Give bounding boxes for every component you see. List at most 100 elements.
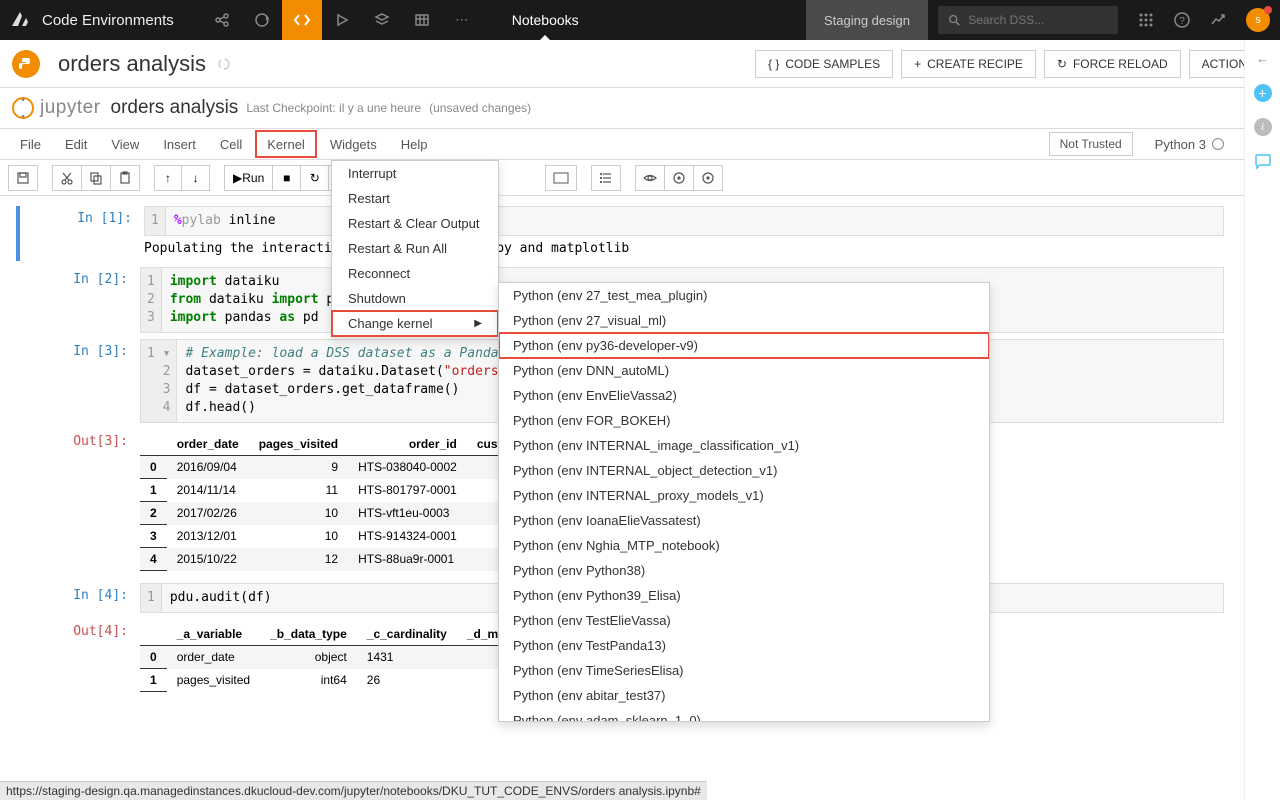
keyboard-button[interactable] (545, 165, 577, 191)
menu-insert[interactable]: Insert (151, 129, 208, 159)
kernel-option[interactable]: Python (env INTERNAL_image_classificatio… (499, 433, 989, 458)
output-table: order_datepages_visitedorder_idcustomer_… (140, 433, 558, 571)
code-input[interactable]: 1 %pylab inline (144, 206, 1224, 236)
code-icon[interactable] (282, 0, 322, 40)
checkpoint-text: Last Checkpoint: il y a une heure (246, 101, 421, 115)
kernel-indicator: Python 3 (1143, 129, 1236, 159)
kernel-shutdown[interactable]: Shutdown (332, 286, 498, 311)
python-circle-icon (12, 50, 40, 78)
kernel-option[interactable]: Python (env adam_sklearn_1_0) (499, 708, 989, 722)
menu-widgets[interactable]: Widgets (318, 129, 389, 159)
prompt-out: Out[3]: (60, 429, 140, 571)
kernel-option[interactable]: Python (env EnvElieVassa2) (499, 383, 989, 408)
force-reload-button[interactable]: ↻FORCE RELOAD (1044, 50, 1181, 78)
grid-icon[interactable] (402, 0, 442, 40)
kernel-change[interactable]: Change kernel ▶ (331, 310, 499, 337)
jupyter-header: jupyter orders analysis Last Checkpoint:… (0, 88, 1244, 128)
apps-icon[interactable] (1128, 0, 1164, 40)
more-icon[interactable]: ⋯ (442, 0, 482, 40)
code-samples-button[interactable]: { }CODE SAMPLES (755, 50, 893, 78)
output-table: _a_variable_b_data_type_c_cardinality_d_… (140, 623, 543, 692)
notebook-area: jupyter orders analysis Last Checkpoint:… (0, 88, 1280, 800)
play-icon[interactable] (322, 0, 362, 40)
kernel-option[interactable]: Python (env INTERNAL_proxy_models_v1) (499, 483, 989, 508)
kernel-restart-run[interactable]: Restart & Run All (332, 236, 498, 261)
top-header: Code Environments ⋯ Notebooks Staging de… (0, 0, 1280, 40)
prompt-in: In [1]: (64, 206, 144, 261)
stop-button[interactable]: ■ (273, 165, 301, 191)
cut-button[interactable] (52, 165, 82, 191)
trend-icon[interactable] (1200, 0, 1236, 40)
menu-edit[interactable]: Edit (53, 129, 99, 159)
spinner-icon (216, 56, 232, 72)
kernel-restart[interactable]: Restart (332, 186, 498, 211)
prompt-in: In [3]: (60, 339, 140, 423)
header-title: Code Environments (42, 12, 174, 29)
save-button[interactable] (8, 165, 38, 191)
kernel-option[interactable]: Python (env abitar_test37) (499, 683, 989, 708)
kernel-option[interactable]: Python (env Python38) (499, 558, 989, 583)
right-rail: ← + i (1244, 40, 1280, 800)
info-icon[interactable]: i (1254, 118, 1272, 136)
cell-1[interactable]: In [1]: 1 %pylab inline Populating the i… (16, 206, 1224, 261)
plus-icon[interactable]: + (1254, 84, 1272, 102)
kernel-reconnect[interactable]: Reconnect (332, 261, 498, 286)
cycle-icon[interactable] (242, 0, 282, 40)
dataset2-button[interactable] (694, 165, 723, 191)
stack-icon[interactable] (362, 0, 402, 40)
submenu-arrow-icon: ▶ (474, 318, 482, 329)
menu-cell[interactable]: Cell (208, 129, 254, 159)
kernel-option[interactable]: Python (env 27_visual_ml) (499, 308, 989, 333)
kernel-option[interactable]: Python (env IoanaElieVassatest) (499, 508, 989, 533)
search-box[interactable] (938, 6, 1118, 34)
prompt-in: In [4]: (60, 583, 140, 613)
search-input[interactable] (968, 13, 1108, 27)
move-down-button[interactable]: ↓ (182, 165, 210, 191)
notebook-title[interactable]: orders analysis (111, 97, 239, 119)
not-trusted-badge[interactable]: Not Trusted (1049, 132, 1133, 156)
kernel-option[interactable]: Python (env TestElieVassa) (499, 608, 989, 633)
create-recipe-button[interactable]: +CREATE RECIPE (901, 50, 1036, 78)
header-center: Notebooks (512, 12, 579, 28)
dataset-button[interactable] (665, 165, 694, 191)
share-icon[interactable] (202, 0, 242, 40)
restart-button[interactable]: ↻ (301, 165, 329, 191)
kernel-option[interactable]: Python (env py36-developer-v9) (498, 332, 990, 359)
kernel-option[interactable]: Python (env Python39_Elisa) (499, 583, 989, 608)
menu-kernel[interactable]: Kernel (255, 130, 317, 158)
menu-file[interactable]: File (8, 129, 53, 159)
unsaved-text: (unsaved changes) (429, 101, 531, 115)
kernel-option[interactable]: Python (env 27_test_mea_plugin) (499, 283, 989, 308)
prompt-in: In [2]: (60, 267, 140, 333)
toolbar: ↑ ↓ ▶ Run ■ ↻ ▸▸ (0, 160, 1244, 196)
kernel-option[interactable]: Python (env Nghia_MTP_notebook) (499, 533, 989, 558)
copy-button[interactable] (82, 165, 111, 191)
logo-area: Code Environments (0, 8, 202, 32)
svg-text:?: ? (1179, 16, 1185, 27)
kernel-option[interactable]: Python (env DNN_autoML) (499, 358, 989, 383)
kernel-option[interactable]: Python (env TimeSeriesElisa) (499, 658, 989, 683)
kernel-status-icon (1212, 138, 1224, 150)
status-bar: https://staging-design.qa.managedinstanc… (0, 781, 707, 800)
menu-help[interactable]: Help (389, 129, 440, 159)
kernel-option[interactable]: Python (env INTERNAL_object_detection_v1… (499, 458, 989, 483)
menu-view[interactable]: View (99, 129, 151, 159)
collapse-icon[interactable]: ← (1253, 48, 1273, 68)
help-icon[interactable]: ? (1164, 0, 1200, 40)
user-avatar[interactable]: s (1246, 8, 1270, 32)
kernel-interrupt[interactable]: Interrupt (332, 161, 498, 186)
eye-button[interactable] (635, 165, 665, 191)
kernel-option[interactable]: Python (env TestPanda13) (499, 633, 989, 658)
kernel-restart-clear[interactable]: Restart & Clear Output (332, 211, 498, 236)
paste-button[interactable] (111, 165, 140, 191)
output-text: Populating the interactive namespace fro… (144, 236, 1224, 261)
sub-header: orders analysis { }CODE SAMPLES +CREATE … (0, 40, 1280, 88)
staging-button[interactable]: Staging design (806, 0, 928, 40)
chat-icon[interactable] (1253, 152, 1273, 172)
sub-title: orders analysis (58, 51, 206, 77)
kernel-option[interactable]: Python (env FOR_BOKEH) (499, 408, 989, 433)
move-up-button[interactable]: ↑ (154, 165, 182, 191)
list-button[interactable] (591, 165, 621, 191)
kernel-dropdown: Interrupt Restart Restart & Clear Output… (331, 160, 499, 337)
run-button[interactable]: ▶ Run (224, 165, 273, 191)
